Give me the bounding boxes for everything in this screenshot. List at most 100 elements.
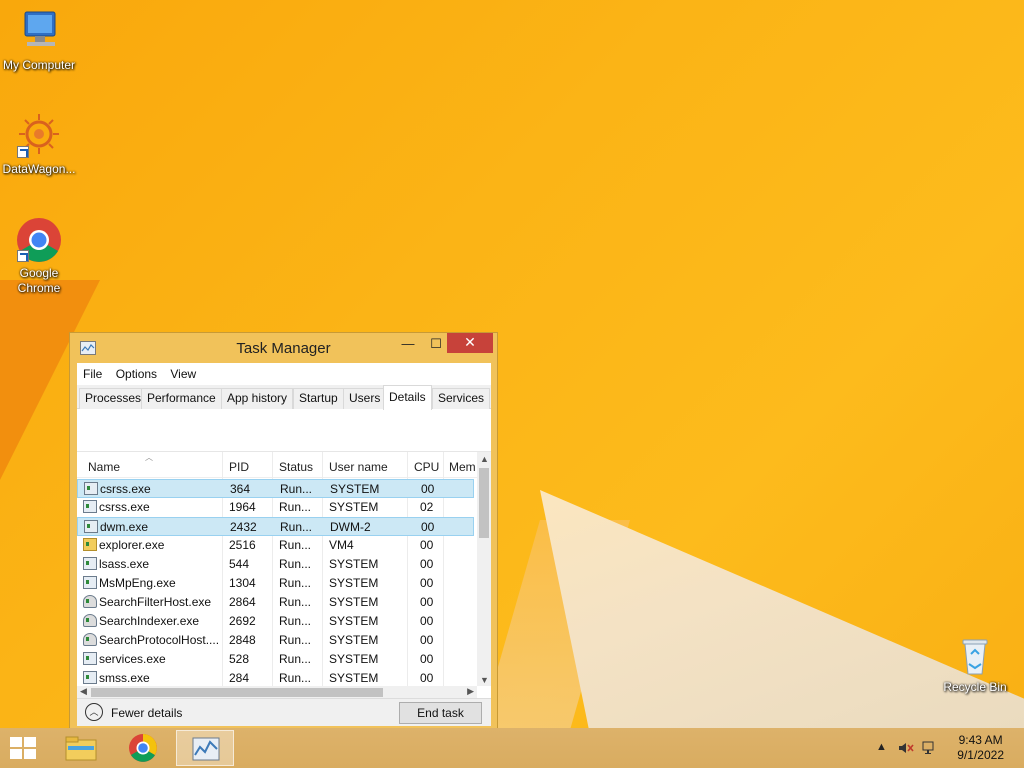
clock-time: 9:43 AM — [958, 733, 1003, 747]
cell-status: Run... — [279, 500, 312, 514]
scroll-up-icon[interactable]: ▲ — [480, 454, 489, 464]
window-client-area: File Options View Processes Performance … — [77, 363, 491, 726]
tab-details[interactable]: Details — [383, 385, 432, 410]
vertical-scrollbar[interactable]: ▲ ▼ — [477, 452, 491, 686]
maximize-button[interactable]: ☐ — [422, 336, 450, 356]
process-icon — [83, 671, 97, 684]
cell-cpu: 00 — [420, 557, 434, 571]
menu-file[interactable]: File — [83, 363, 102, 385]
desktop-icon-google-chrome[interactable]: Google Chrome — [0, 216, 78, 296]
cell-cpu: 00 — [421, 482, 435, 496]
cell-user-name: SYSTEM — [329, 595, 379, 609]
scrollbar-thumb[interactable] — [91, 688, 383, 697]
cell-status: Run... — [279, 671, 312, 685]
desktop-icon-datawagon[interactable]: DataWagon... — [0, 112, 78, 177]
tab-bar: Processes Performance App history Startu… — [77, 385, 491, 410]
table-row[interactable]: SearchIndexer.exe 2692 Run... SYSTEM 00 — [77, 612, 474, 631]
cell-pid: 2432 — [230, 520, 257, 534]
tab-app-history[interactable]: App history — [221, 388, 294, 409]
cell-name: SearchFilterHost.exe — [99, 595, 212, 609]
cell-status: Run... — [279, 614, 312, 628]
cell-name: services.exe — [99, 652, 166, 666]
menu-view[interactable]: View — [170, 363, 196, 385]
tab-processes[interactable]: Processes — [79, 388, 148, 409]
table-row[interactable]: lsass.exe 544 Run... SYSTEM 00 — [77, 555, 474, 574]
table-row[interactable]: dwm.exe 2432 Run... DWM-2 00 — [77, 517, 474, 536]
recycle-bin-icon — [951, 630, 999, 678]
cell-cpu: 00 — [420, 576, 434, 590]
cell-name: lsass.exe — [99, 557, 150, 571]
tab-users[interactable]: Users — [343, 388, 387, 409]
table-row[interactable]: services.exe 528 Run... SYSTEM 00 — [77, 650, 474, 669]
scroll-down-icon[interactable]: ▼ — [480, 675, 489, 685]
windows-logo-pane — [24, 749, 36, 759]
taskbar-task-manager[interactable] — [176, 730, 234, 766]
scroll-left-icon[interactable]: ◀ — [80, 686, 87, 697]
chevron-up-icon[interactable]: ︿ — [85, 703, 103, 721]
search-process-icon — [83, 633, 97, 646]
menu-options[interactable]: Options — [116, 363, 157, 385]
scrollbar-thumb[interactable] — [479, 468, 489, 538]
cell-cpu: 00 — [420, 671, 434, 685]
column-header-cpu[interactable]: CPU — [414, 460, 439, 474]
clock-date: 9/1/2022 — [957, 748, 1004, 762]
volume-muted-icon[interactable] — [898, 741, 914, 758]
close-button[interactable]: ✕ — [447, 333, 493, 353]
cell-pid: 2864 — [229, 595, 256, 609]
minimize-button[interactable]: — — [394, 336, 422, 356]
desktop-icon-recycle-bin[interactable]: Recycle Bin — [936, 630, 1014, 695]
table-row[interactable]: explorer.exe 2516 Run... VM4 00 — [77, 536, 474, 555]
cell-user-name: SYSTEM — [329, 557, 379, 571]
title-bar[interactable]: Task Manager — ☐ ✕ — [70, 333, 497, 363]
fewer-details-link[interactable]: Fewer details — [111, 706, 182, 720]
column-header-status[interactable]: Status — [279, 460, 313, 474]
network-icon[interactable] — [922, 741, 938, 758]
cell-user-name: SYSTEM — [329, 633, 379, 647]
column-header-memory[interactable]: Mem — [449, 460, 476, 474]
scroll-right-icon[interactable]: ▶ — [467, 686, 474, 697]
column-header-user-name[interactable]: User name — [329, 460, 388, 474]
cell-status: Run... — [279, 595, 312, 609]
taskbar-chrome[interactable] — [114, 730, 172, 766]
start-button[interactable] — [10, 737, 38, 759]
tab-startup[interactable]: Startup — [293, 388, 344, 409]
chrome-icon — [15, 216, 63, 264]
taskbar-file-explorer[interactable] — [52, 730, 110, 766]
table-row[interactable]: MsMpEng.exe 1304 Run... SYSTEM 00 — [77, 574, 474, 593]
cell-name: smss.exe — [99, 671, 150, 685]
table-row[interactable]: csrss.exe 1964 Run... SYSTEM 02 — [77, 498, 474, 517]
file-explorer-icon — [65, 736, 97, 761]
cell-pid: 2848 — [229, 633, 256, 647]
tab-services[interactable]: Services — [432, 388, 491, 409]
cell-status: Run... — [279, 652, 312, 666]
task-manager-window[interactable]: Task Manager — ☐ ✕ File Options View Pro… — [69, 332, 498, 733]
sort-ascending-icon: ︿ — [145, 453, 153, 462]
cell-status: Run... — [279, 576, 312, 590]
cell-pid: 2516 — [229, 538, 256, 552]
cell-cpu: 00 — [420, 614, 434, 628]
cell-name: csrss.exe — [100, 482, 151, 496]
column-header-pid[interactable]: PID — [229, 460, 249, 474]
windows-logo-pane — [10, 737, 22, 747]
show-hidden-icons-icon[interactable]: ▲ — [876, 741, 887, 753]
cell-user-name: SYSTEM — [330, 482, 380, 496]
clock[interactable]: 9:43 AM 9/1/2022 — [957, 733, 1004, 763]
cell-name: SearchIndexer.exe — [99, 614, 200, 628]
process-icon — [83, 576, 97, 589]
table-row[interactable]: SearchProtocolHost.... 2848 Run... SYSTEM 00 — [77, 631, 474, 650]
cell-name: csrss.exe — [99, 500, 150, 514]
table-row[interactable]: SearchFilterHost.exe 2864 Run... SYSTEM 00 — [77, 593, 474, 612]
cell-pid: 1304 — [229, 576, 256, 590]
process-icon — [83, 557, 97, 570]
cell-status: Run... — [279, 557, 312, 571]
desktop-icon-my-computer[interactable]: My Computer — [0, 8, 78, 73]
end-task-button[interactable]: End task — [399, 702, 482, 724]
shortcut-arrow-icon — [17, 146, 29, 158]
tab-performance[interactable]: Performance — [141, 388, 222, 409]
cell-pid: 528 — [229, 652, 250, 666]
cell-status: Run... — [280, 520, 313, 534]
search-process-icon — [83, 614, 97, 627]
column-header-name[interactable]: Name — [88, 460, 120, 474]
table-row[interactable]: csrss.exe 364 Run... SYSTEM 00 — [77, 479, 474, 498]
cell-pid: 364 — [230, 482, 251, 496]
